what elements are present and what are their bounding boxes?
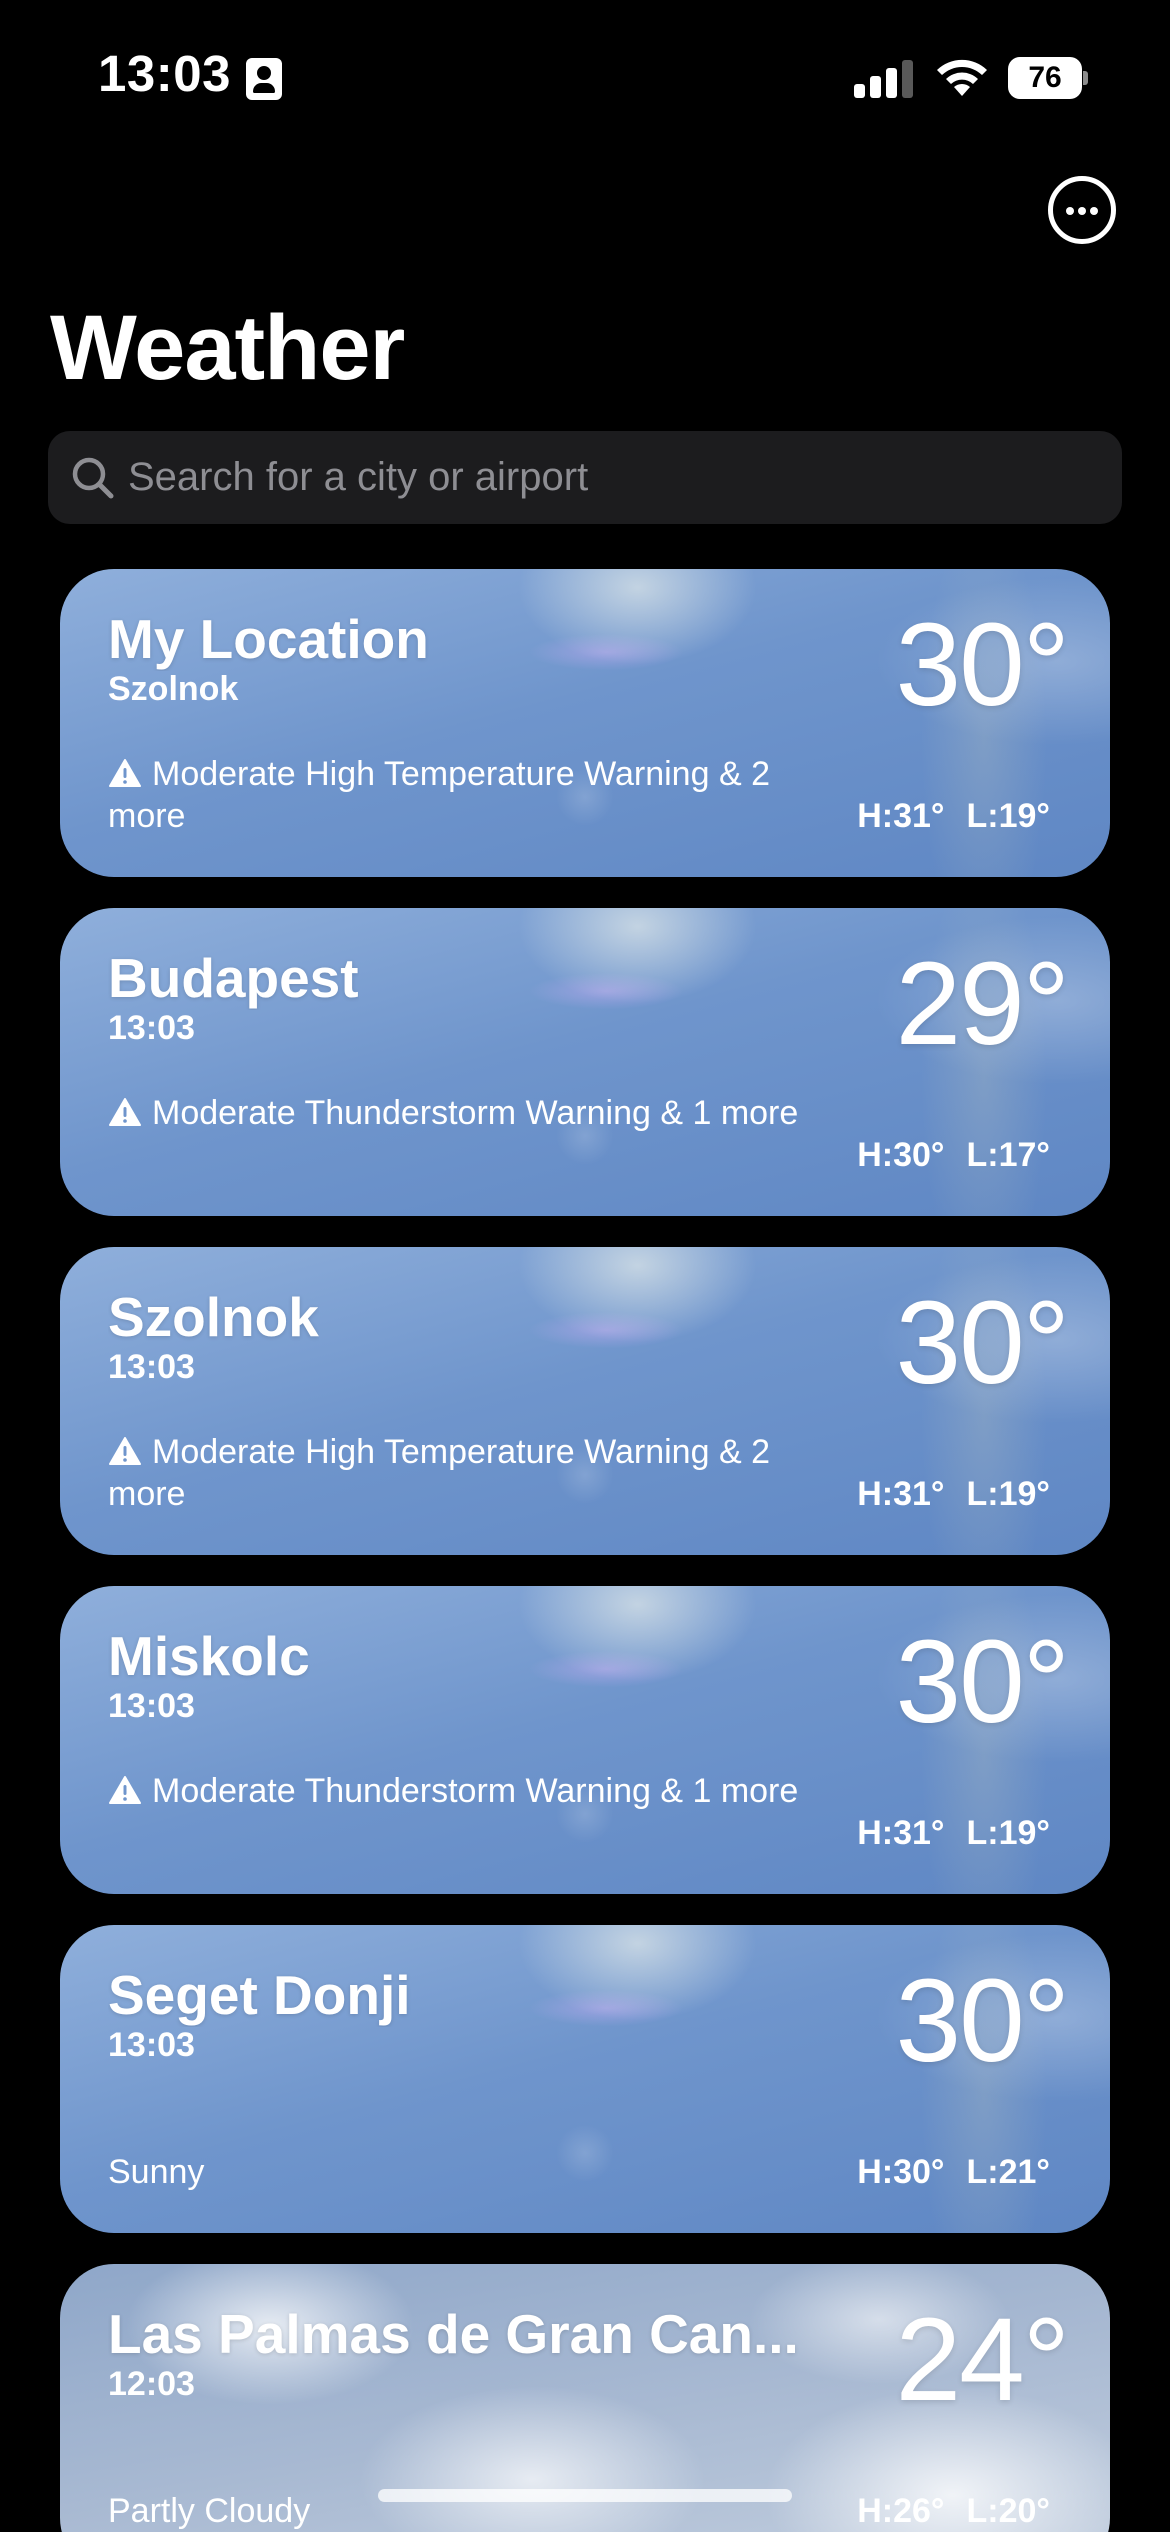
battery-level: 76 — [1008, 57, 1082, 99]
warning-icon — [109, 1437, 141, 1465]
cellular-signal-icon — [854, 60, 916, 98]
current-temperature: 30° — [895, 599, 1070, 731]
search-bar[interactable] — [48, 431, 1122, 524]
high-low: H:31° L:19° — [857, 1812, 1050, 1854]
high-temperature: H:30° — [857, 1136, 945, 1174]
high-low: H:31° L:19° — [857, 1473, 1050, 1515]
high-temperature: H:31° — [857, 1814, 945, 1852]
low-temperature: L:21° — [966, 2153, 1050, 2191]
alert-text: Moderate Thunderstorm Warning & 1 more — [152, 1094, 799, 1132]
weather-alert: Moderate High Temperature Warning & 2 mo… — [108, 1431, 828, 1515]
warning-icon — [109, 1098, 141, 1126]
location-name: Szolnok — [108, 1286, 319, 1348]
location-card[interactable]: Seget Donji 13:03 30° Sunny H:30° L:21° — [60, 1925, 1110, 2233]
low-temperature: L:19° — [966, 1814, 1050, 1852]
location-time: 13:03 — [108, 2026, 195, 2064]
high-low: H:30° L:21° — [857, 2151, 1050, 2193]
home-indicator[interactable] — [378, 2489, 792, 2502]
high-temperature: H:31° — [857, 1475, 945, 1513]
location-name: Las Palmas de Gran Can... — [108, 2303, 799, 2365]
current-temperature: 29° — [895, 938, 1070, 1070]
location-card[interactable]: Miskolc 13:03 30° Moderate Thunderstorm … — [60, 1586, 1110, 1894]
current-temperature: 30° — [895, 1277, 1070, 1409]
low-temperature: L:19° — [966, 797, 1050, 835]
location-name: Seget Donji — [108, 1964, 411, 2026]
weather-condition: Sunny — [108, 2153, 205, 2191]
high-temperature: H:31° — [857, 797, 945, 835]
high-temperature: H:30° — [857, 2153, 945, 2191]
high-low: H:31° L:19° — [857, 795, 1050, 837]
location-name: My Location — [108, 608, 429, 670]
location-list: My Location Szolnok 30° Moderate High Te… — [60, 569, 1110, 2532]
low-temperature: L:17° — [966, 1136, 1050, 1174]
current-temperature: 24° — [895, 2294, 1070, 2426]
location-name: Miskolc — [108, 1625, 310, 1687]
weather-screen: 13:03 76 Weather My Location — [0, 0, 1170, 2532]
current-temperature: 30° — [895, 1955, 1070, 2087]
location-card[interactable]: Szolnok 13:03 30° Moderate High Temperat… — [60, 1247, 1110, 1555]
alert-text: Moderate High Temperature Warning & 2 mo… — [108, 1433, 770, 1513]
battery-icon: 76 — [1008, 57, 1088, 99]
alert-text: Moderate Thunderstorm Warning & 1 more — [152, 1772, 799, 1810]
low-temperature: L:19° — [966, 1475, 1050, 1513]
warning-icon — [109, 1776, 141, 1804]
high-low: H:26° L:20° — [857, 2490, 1050, 2532]
page-title: Weather — [50, 297, 405, 399]
wifi-icon — [937, 59, 987, 96]
contact-card-icon — [246, 58, 282, 100]
alert-text: Moderate High Temperature Warning & 2 mo… — [108, 755, 770, 835]
location-time: 13:03 — [108, 1348, 195, 1386]
search-input[interactable] — [128, 431, 1098, 524]
more-options-button[interactable] — [1048, 176, 1116, 244]
low-temperature: L:20° — [966, 2492, 1050, 2530]
high-low: H:30° L:17° — [857, 1134, 1050, 1176]
current-temperature: 30° — [895, 1616, 1070, 1748]
status-bar: 13:03 76 — [0, 0, 1170, 150]
warning-icon — [109, 759, 141, 787]
search-icon — [72, 457, 114, 499]
location-time: 12:03 — [108, 2365, 195, 2403]
weather-alert: Moderate Thunderstorm Warning & 1 more — [108, 1092, 828, 1134]
location-time: 13:03 — [108, 1687, 195, 1725]
location-card[interactable]: My Location Szolnok 30° Moderate High Te… — [60, 569, 1110, 877]
weather-alert: Moderate High Temperature Warning & 2 mo… — [108, 753, 828, 837]
weather-alert: Moderate Thunderstorm Warning & 1 more — [108, 1770, 828, 1812]
high-temperature: H:26° — [857, 2492, 945, 2530]
location-subtitle: Szolnok — [108, 670, 239, 708]
location-card[interactable]: Budapest 13:03 29° Moderate Thunderstorm… — [60, 908, 1110, 1216]
location-time: 13:03 — [108, 1009, 195, 1047]
status-time: 13:03 — [98, 45, 231, 102]
location-name: Budapest — [108, 947, 359, 1009]
